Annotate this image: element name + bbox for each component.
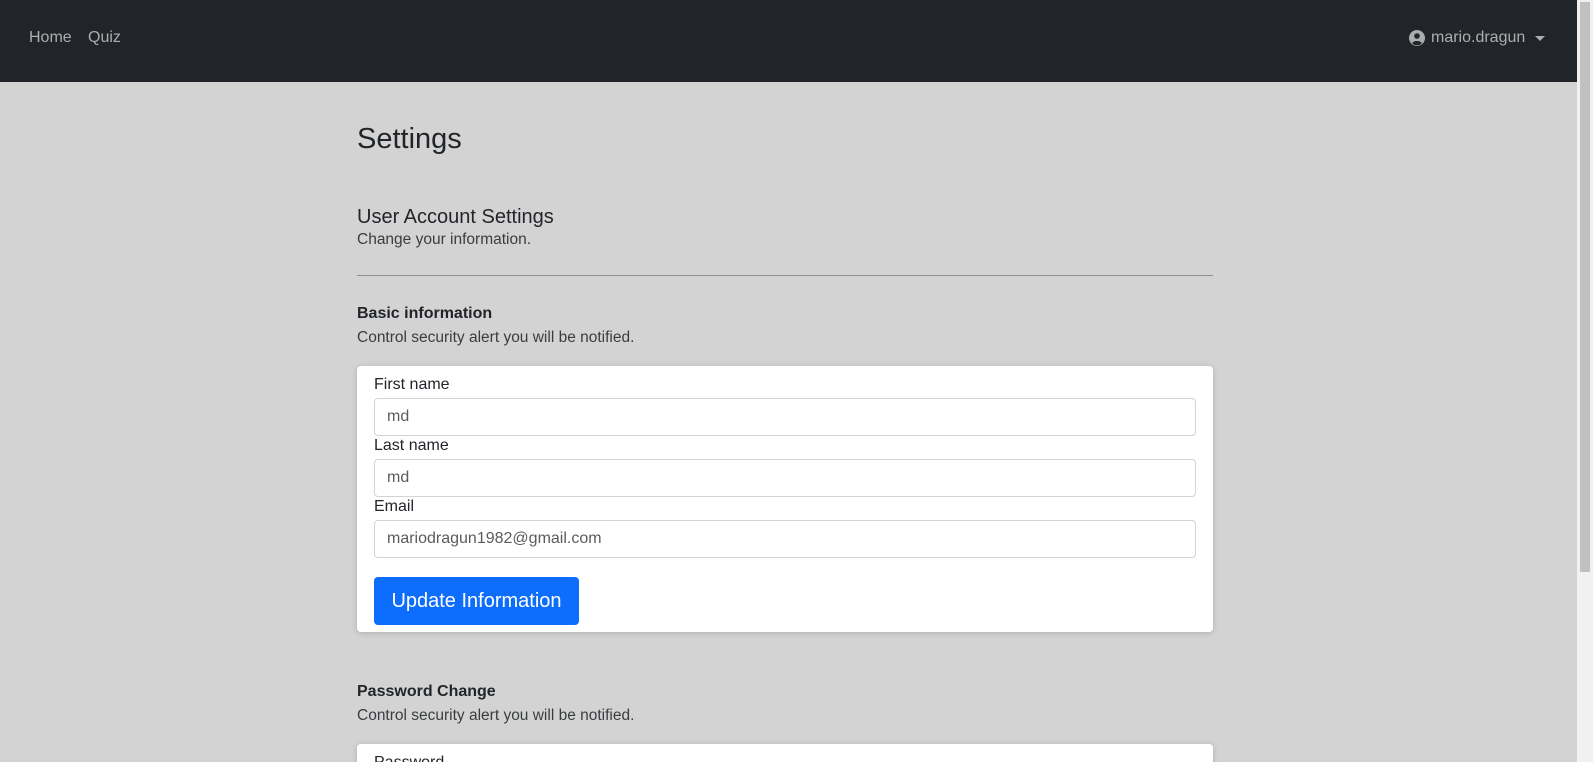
account-section-subtitle: Change your information. (357, 231, 532, 248)
password-change-card: Password (357, 744, 1213, 762)
top-navbar: Home Quiz mario.dragun (0, 0, 1577, 82)
basic-info-card: First name Last name Email Update Inform… (357, 366, 1213, 632)
basic-info-title: Basic information (357, 305, 493, 322)
username-label: mario.dragun (1431, 29, 1526, 46)
last-name-label: Last name (374, 437, 449, 454)
password-label: Password (374, 753, 444, 762)
user-circle-icon (1409, 30, 1425, 46)
basic-info-subtitle: Control security alert you will be notif… (357, 329, 635, 346)
nav-quiz-link[interactable]: Quiz (88, 28, 121, 48)
nav-home-link[interactable]: Home (29, 28, 72, 48)
user-dropdown-toggle[interactable]: mario.dragun (1409, 28, 1546, 48)
email-label: Email (374, 498, 415, 515)
password-change-title: Password Change (357, 683, 496, 700)
scrollbar-thumb[interactable] (1580, 2, 1590, 572)
page-scrollbar[interactable] (1577, 0, 1593, 762)
first-name-label: First name (374, 376, 450, 393)
last-name-input[interactable] (374, 459, 1196, 497)
caret-down-icon (1535, 36, 1546, 41)
first-name-input[interactable] (374, 398, 1196, 436)
page-title: Settings (357, 123, 462, 155)
account-section-title: User Account Settings (357, 206, 554, 228)
password-change-subtitle: Control security alert you will be notif… (357, 707, 635, 724)
email-input[interactable] (374, 520, 1196, 558)
update-information-button[interactable]: Update Information (374, 577, 579, 625)
section-divider (357, 275, 1213, 276)
